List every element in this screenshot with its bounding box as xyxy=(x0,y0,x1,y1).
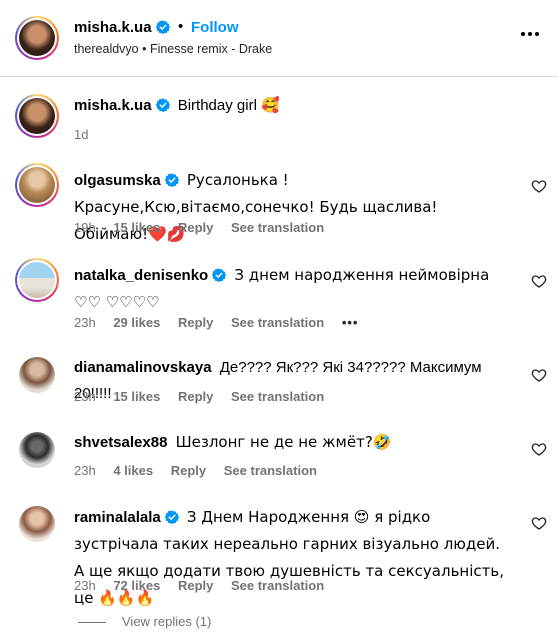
like-heart-icon[interactable] xyxy=(531,441,547,457)
reply-button[interactable]: Reply xyxy=(178,220,213,235)
comment-username[interactable]: raminalalala xyxy=(74,509,179,526)
audio-line[interactable]: therealdvyo • Finesse remix - Drake xyxy=(74,42,272,56)
avatar[interactable] xyxy=(19,432,55,468)
like-heart-icon[interactable] xyxy=(531,515,547,531)
author-username[interactable]: misha.k.ua xyxy=(74,19,170,36)
separator-dot: • xyxy=(178,18,184,35)
avatar xyxy=(19,20,55,56)
comment-more-options[interactable]: ••• xyxy=(342,315,359,330)
comment-meta: 23h 29 likes Reply See translation ••• xyxy=(74,315,372,330)
caption-body: Birthday girl 🥰 xyxy=(177,97,280,114)
comment-avatar-ring[interactable] xyxy=(15,258,59,302)
see-translation-button[interactable]: See translation xyxy=(231,578,324,593)
comment-likes[interactable]: 29 likes xyxy=(113,315,160,330)
comment-time: 23h xyxy=(74,578,96,593)
avatar xyxy=(19,262,55,298)
see-translation-button[interactable]: See translation xyxy=(231,220,324,235)
avatar[interactable] xyxy=(19,506,55,542)
comment-username[interactable]: natalka_denisenko xyxy=(74,267,227,284)
see-translation-button[interactable]: See translation xyxy=(231,389,324,404)
reply-button[interactable]: Reply xyxy=(178,578,213,593)
replies-divider-line xyxy=(78,622,106,624)
comment-time: 23h xyxy=(74,389,96,404)
comment-meta: 23h 72 likes Reply See translation xyxy=(74,578,338,593)
comment-text: natalka_denisenko З днем народження нейм… xyxy=(74,262,504,316)
verified-badge-icon xyxy=(155,98,170,112)
verified-badge-icon xyxy=(155,20,170,34)
comment-avatar-ring[interactable] xyxy=(15,163,59,207)
caption-username[interactable]: misha.k.ua xyxy=(74,97,170,114)
comment-text: shvetsalex88 Шезлонг не де не жмёт?🤣 xyxy=(74,429,504,456)
comment-body: Шезлонг не де не жмёт?🤣 xyxy=(175,433,392,451)
verified-badge-icon xyxy=(212,268,227,282)
comment-likes[interactable]: 72 likes xyxy=(113,578,160,593)
view-replies-label: View replies (1) xyxy=(122,614,212,629)
comment-likes[interactable]: 15 likes xyxy=(113,220,160,235)
comment-time: 23h xyxy=(74,315,96,330)
comment-meta: 19h 15 likes Reply See translation xyxy=(74,220,338,235)
comment-likes[interactable]: 15 likes xyxy=(113,389,160,404)
verified-badge-icon xyxy=(164,173,179,187)
like-heart-icon[interactable] xyxy=(531,367,547,383)
reply-button[interactable]: Reply xyxy=(178,315,213,330)
more-horizontal-icon[interactable] xyxy=(519,24,541,44)
post-header: misha.k.ua • Follow therealdvyo • Finess… xyxy=(0,0,559,77)
comment-username[interactable]: shvetsalex88 xyxy=(74,434,167,451)
reply-button[interactable]: Reply xyxy=(178,389,213,404)
avatar xyxy=(19,167,55,203)
comment-username[interactable]: olgasumska xyxy=(74,172,179,189)
comment-time: 19h xyxy=(74,220,96,235)
see-translation-button[interactable]: See translation xyxy=(231,315,324,330)
comment-meta: 23h 4 likes Reply See translation xyxy=(74,463,331,478)
caption-avatar-ring[interactable] xyxy=(15,94,59,138)
comment-username[interactable]: dianamalinovskaya xyxy=(74,359,212,376)
verified-badge-icon xyxy=(164,510,179,524)
like-heart-icon[interactable] xyxy=(531,273,547,289)
follow-button[interactable]: Follow xyxy=(191,19,239,36)
comment-text: olgasumska Русалонька !Красуне,Ксю,вітає… xyxy=(74,167,504,248)
like-heart-icon[interactable] xyxy=(531,178,547,194)
comment-text: raminalalala З Днем Народження 😍 я рідко… xyxy=(74,504,504,612)
caption-meta: 1d xyxy=(74,127,102,142)
caption-time: 1d xyxy=(74,127,89,142)
comment-meta: 23h 15 likes Reply See translation xyxy=(74,389,338,404)
see-translation-button[interactable]: See translation xyxy=(224,463,317,478)
avatar xyxy=(19,98,55,134)
comment-likes[interactable]: 4 likes xyxy=(113,463,153,478)
comment-time: 23h xyxy=(74,463,96,478)
reply-button[interactable]: Reply xyxy=(171,463,206,478)
view-replies-button[interactable]: View replies (1) xyxy=(78,614,211,629)
caption-text: misha.k.ua Birthday girl 🥰 xyxy=(74,93,504,119)
avatar[interactable] xyxy=(19,357,55,393)
author-avatar-ring[interactable] xyxy=(15,16,59,60)
